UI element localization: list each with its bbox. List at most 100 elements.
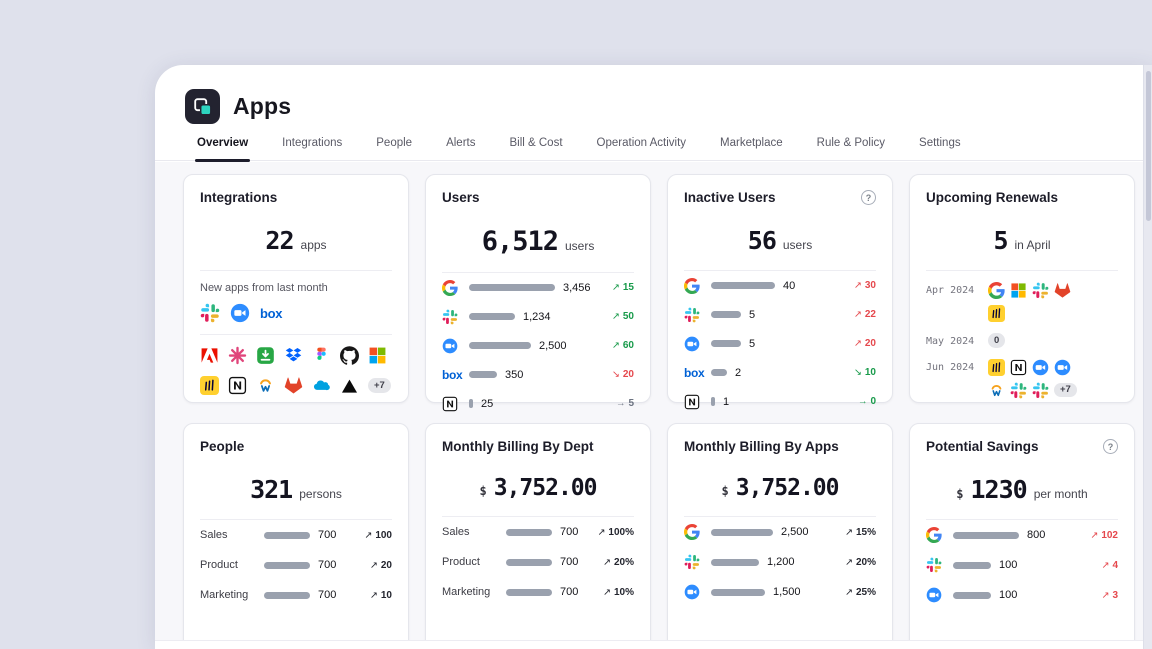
trend-value: 30	[865, 280, 876, 291]
zero-renewals-badge: 0	[988, 333, 1005, 348]
trend-value: 10	[381, 590, 392, 601]
tab-integrations[interactable]: Integrations	[282, 137, 342, 162]
scrollbar-thumb[interactable]	[1146, 71, 1151, 221]
metric-row: 2,500 ↗15%	[684, 517, 876, 547]
metric-value: 700	[560, 586, 578, 598]
savings-stat: $ 1230 per month	[926, 475, 1118, 504]
slack-icon	[200, 303, 220, 323]
integrations-unit: apps	[301, 238, 327, 252]
trend-value: 0	[870, 396, 876, 407]
people-card: People 321 persons Sales 700 ↗100 Produc…	[183, 423, 409, 640]
renewal-month-row: Apr 2024	[926, 282, 1118, 322]
metric-value: 5	[749, 338, 755, 350]
renewals-unit: in April	[1015, 238, 1051, 252]
integrations-count: 22	[265, 226, 293, 255]
dept-label: Product	[200, 559, 264, 571]
renewal-month-row: May 2024 0	[926, 333, 1118, 348]
slack-icon	[684, 554, 711, 570]
metric-row: Sales 700 ↗100%	[442, 517, 634, 547]
github-icon	[340, 346, 359, 365]
metric-value: 40	[783, 280, 795, 292]
trend-up-icon: ↗	[370, 590, 378, 601]
miro-icon	[988, 359, 1005, 376]
google-icon	[988, 282, 1005, 299]
trend: ↗102	[1090, 530, 1118, 541]
salesforce-icon	[312, 376, 331, 395]
gitlab-icon	[1054, 282, 1071, 299]
tab-settings[interactable]: Settings	[919, 137, 961, 162]
tab-operation-activity[interactable]: Operation Activity	[597, 137, 686, 162]
more-apps-badge[interactable]: +7	[368, 378, 391, 393]
trend-value: 25%	[856, 587, 876, 598]
horizontal-scrollbar[interactable]	[155, 640, 1143, 649]
metric-row: 100 ↗4	[926, 550, 1118, 580]
zoom-icon	[230, 303, 250, 323]
metric-value: 2	[735, 367, 741, 379]
metric-value: 700	[560, 556, 578, 568]
zoom-icon	[442, 338, 469, 354]
month-apps: 0	[988, 333, 1088, 348]
metric-row: 800 ↗102	[926, 520, 1118, 550]
trend-value: 15	[623, 282, 634, 293]
tab-rule-policy[interactable]: Rule & Policy	[817, 137, 885, 162]
slack-icon	[442, 309, 469, 325]
trend-value: 100	[375, 530, 392, 541]
trend-value: 22	[865, 309, 876, 320]
trend: ↘20	[612, 369, 634, 380]
trend-up-icon: ↗	[1090, 530, 1098, 541]
usage-bar	[506, 529, 552, 536]
users-card: Users 6,512 users 3,456 ↗15 1,234	[425, 174, 651, 403]
potential-savings-card: Potential Savings ? $ 1230 per month 800…	[909, 423, 1135, 640]
metric-row: Product 700 ↗20%	[442, 547, 634, 577]
trend-value: 50	[623, 311, 634, 322]
question-help-icon[interactable]: ?	[861, 190, 876, 205]
tab-overview[interactable]: Overview	[197, 137, 248, 162]
metric-row: 2,500 ↗60	[442, 331, 634, 360]
tab-marketplace[interactable]: Marketplace	[720, 137, 783, 162]
metric-row: box 2 ↘10	[684, 358, 876, 387]
metric-value: 100	[999, 589, 1017, 601]
trend-up-icon: ↗	[845, 527, 853, 538]
tab-people[interactable]: People	[376, 137, 412, 162]
divider	[200, 334, 392, 335]
trend-flat-icon: →	[616, 398, 626, 409]
usage-bar	[711, 559, 759, 566]
usage-bar	[264, 532, 310, 539]
trend-up-icon: ↗	[1101, 560, 1109, 571]
users-count: 6,512	[482, 226, 558, 257]
billing-dept-amount: 3,752.00	[494, 475, 597, 501]
users-unit: users	[565, 239, 594, 253]
trend-down-icon: ↘	[854, 367, 862, 378]
question-help-icon[interactable]: ?	[1103, 439, 1118, 454]
notion-icon	[228, 376, 247, 395]
trend: ↗10%	[603, 587, 634, 598]
more-renewals-badge[interactable]: +7	[1054, 383, 1077, 398]
vertical-scrollbar[interactable]	[1143, 65, 1152, 649]
usage-bar	[469, 399, 473, 408]
card-title-users: Users	[442, 190, 480, 205]
users-stat: 6,512 users	[442, 226, 634, 257]
slack-icon	[1032, 382, 1049, 399]
metric-row: Product 700 ↗20	[200, 550, 392, 580]
trend-down-icon: ↘	[612, 369, 620, 380]
metric-value: 800	[1027, 529, 1045, 541]
usage-bar	[953, 532, 1019, 539]
metric-value: 700	[318, 589, 336, 601]
tab-alerts[interactable]: Alerts	[446, 137, 475, 162]
metric-row: Marketing 700 ↗10	[200, 580, 392, 610]
trend-value: 20%	[614, 557, 634, 568]
tab-bill-cost[interactable]: Bill & Cost	[509, 137, 562, 162]
usage-bar	[711, 340, 741, 347]
month-label: Apr 2024	[926, 282, 988, 322]
page-title: Apps	[233, 93, 291, 120]
metric-row: 25 →5	[442, 389, 634, 418]
card-title-people: People	[200, 439, 244, 454]
slack-icon	[1032, 282, 1049, 299]
card-title-savings: Potential Savings	[926, 439, 1039, 454]
metric-value: 2,500	[781, 526, 809, 538]
month-label: May 2024	[926, 333, 988, 348]
usage-bar	[711, 311, 741, 318]
renewal-month-row: Jun 2024 +7	[926, 359, 1118, 399]
zoom-icon	[684, 336, 711, 352]
box-icon: box	[442, 368, 469, 382]
